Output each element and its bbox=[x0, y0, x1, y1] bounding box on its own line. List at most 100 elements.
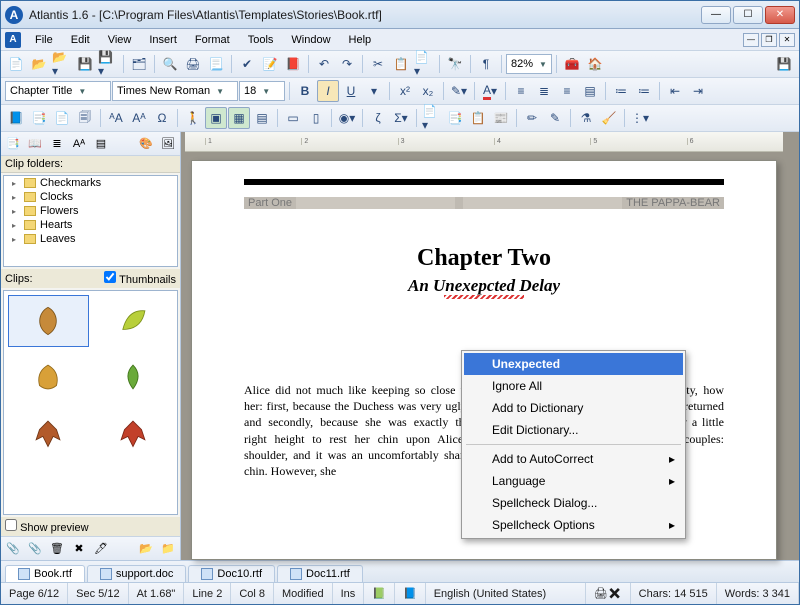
panel-prefs-icon[interactable]: 🖼 bbox=[158, 134, 178, 154]
panel-btn[interactable]: 🗑 bbox=[47, 539, 67, 559]
show-paragraph-icon[interactable]: ¶ bbox=[475, 53, 497, 75]
status-icon[interactable]: 📗 bbox=[364, 583, 395, 604]
font-combo[interactable]: Times New Roman▼ bbox=[112, 81, 238, 101]
thumbnails-checkbox[interactable]: Thumbnails bbox=[104, 271, 176, 286]
paste-icon[interactable]: 📄▾ bbox=[413, 53, 435, 75]
tool-btn[interactable]: ⋮▾ bbox=[629, 107, 651, 129]
close-button[interactable]: ✕ bbox=[765, 6, 795, 24]
doc-tab[interactable]: Book.rtf bbox=[5, 565, 85, 582]
menu-file[interactable]: File bbox=[27, 32, 61, 48]
tool-btn[interactable]: ᴬA bbox=[105, 107, 127, 129]
tool-btn[interactable]: 📘 bbox=[5, 107, 27, 129]
minimize-button[interactable]: — bbox=[701, 6, 731, 24]
context-menu-item[interactable]: Add to Dictionary bbox=[464, 397, 683, 419]
align-right-button[interactable]: ≡ bbox=[556, 80, 578, 102]
mdi-minimize-button[interactable]: — bbox=[743, 33, 759, 47]
panel-btn[interactable]: 📎 bbox=[3, 539, 23, 559]
status-icon[interactable]: 🖨✖ bbox=[586, 583, 631, 604]
status-at[interactable]: At 1.68" bbox=[129, 583, 185, 604]
doc-tab[interactable]: support.doc bbox=[87, 565, 186, 582]
mdi-icon[interactable]: A bbox=[5, 32, 21, 48]
tool-btn[interactable]: ζ bbox=[367, 107, 389, 129]
underline-style-button[interactable]: ▾ bbox=[363, 80, 385, 102]
mdi-restore-button[interactable]: ❐ bbox=[761, 33, 777, 47]
context-menu-item[interactable]: Spellcheck Options▸ bbox=[464, 514, 683, 536]
panel-btn[interactable]: 🖊 bbox=[91, 539, 111, 559]
project-icon[interactable]: 🗂 bbox=[128, 53, 150, 75]
tool-btn[interactable]: ▦ bbox=[228, 107, 250, 129]
folder-item[interactable]: Checkmarks bbox=[4, 176, 177, 190]
context-menu-item[interactable]: Language▸ bbox=[464, 470, 683, 492]
doc-tab[interactable]: Doc10.rtf bbox=[188, 565, 275, 582]
print-preview-icon[interactable]: 🔍 bbox=[159, 53, 181, 75]
zoom-combo[interactable]: 82%▼ bbox=[506, 54, 552, 74]
panel-btn[interactable]: 📂 bbox=[136, 539, 156, 559]
status-chars[interactable]: Chars: 14 515 bbox=[631, 583, 717, 604]
size-combo[interactable]: 18▼ bbox=[239, 81, 285, 101]
panel-tab-icon[interactable]: 📑 bbox=[3, 134, 23, 154]
reopen-icon[interactable]: 📂▾ bbox=[51, 53, 73, 75]
align-center-button[interactable]: ≣ bbox=[533, 80, 555, 102]
align-justify-button[interactable]: ▤ bbox=[579, 80, 601, 102]
tool-btn[interactable]: ▤ bbox=[251, 107, 273, 129]
tool-btn[interactable]: ✎ bbox=[544, 107, 566, 129]
spellcheck-icon[interactable]: ✔ bbox=[236, 53, 258, 75]
tool-btn[interactable]: 🚶 bbox=[182, 107, 204, 129]
titlebar[interactable]: A Atlantis 1.6 - [C:\Program Files\Atlan… bbox=[1, 1, 799, 29]
autocorrect-icon[interactable]: 📝 bbox=[259, 53, 281, 75]
tool-btn[interactable]: 📄 bbox=[51, 107, 73, 129]
outdent-button[interactable]: ⇤ bbox=[664, 80, 686, 102]
folder-item[interactable]: Flowers bbox=[4, 204, 177, 218]
folder-item[interactable]: Leaves bbox=[4, 232, 177, 246]
status-words[interactable]: Words: 3 341 bbox=[717, 583, 799, 604]
menu-edit[interactable]: Edit bbox=[63, 32, 98, 48]
doc-tab[interactable]: Doc11.rtf bbox=[277, 565, 363, 582]
status-modified[interactable]: Modified bbox=[274, 583, 333, 604]
panel-btn[interactable]: 📎 bbox=[25, 539, 45, 559]
tool-btn[interactable]: ✏ bbox=[521, 107, 543, 129]
panel-tab-icon[interactable]: ▤ bbox=[91, 134, 111, 154]
menu-help[interactable]: Help bbox=[341, 32, 380, 48]
status-icon[interactable]: 📘 bbox=[395, 583, 426, 604]
horizontal-ruler[interactable]: 123456 bbox=[185, 132, 783, 152]
subscript-button[interactable]: x₂ bbox=[417, 80, 439, 102]
italic-button[interactable]: I bbox=[317, 80, 339, 102]
panel-tab-icon[interactable]: Aᴬ bbox=[69, 134, 89, 154]
home-icon[interactable]: 🏠 bbox=[584, 53, 606, 75]
folder-item[interactable]: Hearts bbox=[4, 218, 177, 232]
tool-btn[interactable]: ▭ bbox=[282, 107, 304, 129]
undo-icon[interactable]: ↶ bbox=[313, 53, 335, 75]
redo-icon[interactable]: ↷ bbox=[336, 53, 358, 75]
new-icon[interactable]: 📄 bbox=[5, 53, 27, 75]
print-icon[interactable]: 🖨 bbox=[182, 53, 204, 75]
tool-btn[interactable]: 🗐 bbox=[74, 107, 96, 129]
folder-list[interactable]: Checkmarks Clocks Flowers Hearts Leaves bbox=[3, 175, 178, 267]
palette-icon[interactable]: 🎨 bbox=[136, 134, 156, 154]
panel-tab-icon[interactable]: 📖 bbox=[25, 134, 45, 154]
show-preview-checkbox[interactable]: Show preview bbox=[5, 519, 89, 534]
indent-button[interactable]: ⇥ bbox=[687, 80, 709, 102]
panel-tab-icon[interactable]: ≣ bbox=[47, 134, 67, 154]
thesaurus-icon[interactable]: 📕 bbox=[282, 53, 304, 75]
list-bullet-button[interactable]: ≔ bbox=[610, 80, 632, 102]
list-number-button[interactable]: ≔ bbox=[633, 80, 655, 102]
tool-btn[interactable]: ▯ bbox=[305, 107, 327, 129]
bold-button[interactable]: B bbox=[294, 80, 316, 102]
mdi-close-button[interactable]: ✕ bbox=[779, 33, 795, 47]
tool-btn[interactable]: ▣ bbox=[205, 107, 227, 129]
align-left-button[interactable]: ≡ bbox=[510, 80, 532, 102]
tool-btn[interactable]: 📑 bbox=[28, 107, 50, 129]
context-menu-item[interactable]: Unexpected bbox=[464, 353, 683, 375]
panel-btn[interactable]: 📁 bbox=[158, 539, 178, 559]
open-icon[interactable]: 📂 bbox=[28, 53, 50, 75]
status-language[interactable]: English (United States) bbox=[426, 583, 586, 604]
status-page[interactable]: Page 6/12 bbox=[1, 583, 68, 604]
page-setup-icon[interactable]: 📃 bbox=[205, 53, 227, 75]
tool-btn[interactable]: 📋 bbox=[467, 107, 489, 129]
status-section[interactable]: Sec 5/12 bbox=[68, 583, 128, 604]
save-icon[interactable]: 💾 bbox=[74, 53, 96, 75]
panel-btn[interactable]: ✖ bbox=[69, 539, 89, 559]
maximize-button[interactable]: ☐ bbox=[733, 6, 763, 24]
menu-tools[interactable]: Tools bbox=[240, 32, 282, 48]
cut-icon[interactable]: ✂ bbox=[367, 53, 389, 75]
